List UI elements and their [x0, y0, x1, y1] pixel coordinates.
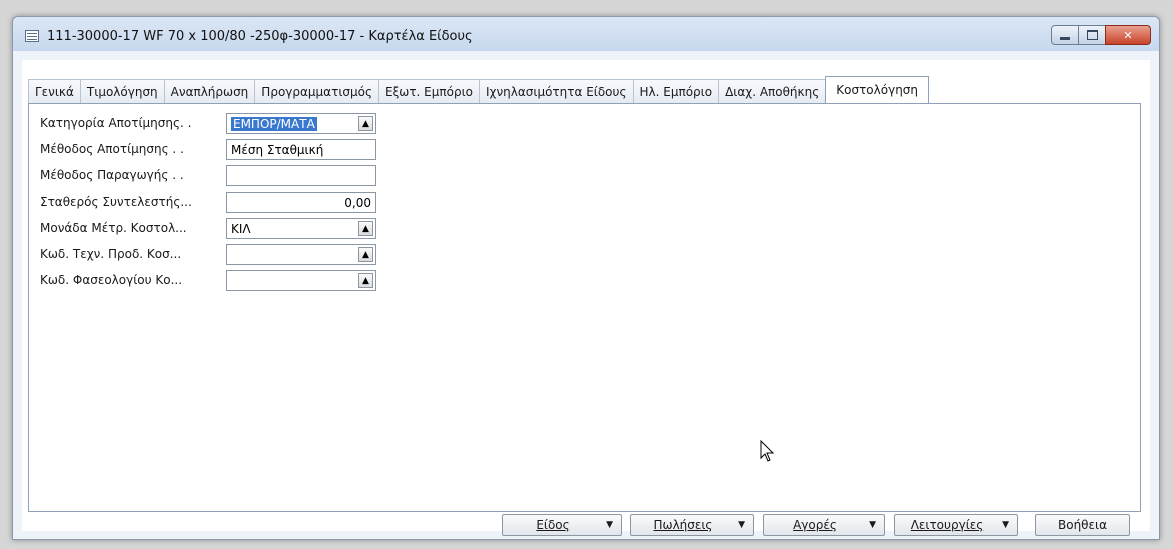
functions-menu-button[interactable]: Λειτουργίες ▼	[894, 514, 1018, 536]
field-value: 0,00	[344, 195, 371, 210]
lookup-icon[interactable]: ▲	[358, 116, 373, 131]
maximize-button[interactable]	[1078, 25, 1106, 45]
maximize-icon	[1086, 30, 1098, 40]
chevron-down-icon: ▼	[869, 520, 876, 530]
close-button[interactable]: ✕	[1105, 25, 1151, 45]
field-label: Μέθοδος Αποτίμησης . .	[40, 142, 184, 156]
field-label: Μέθοδος Παραγωγής . .	[40, 168, 184, 182]
window-controls: ✕	[1051, 25, 1151, 47]
item-card-window: 111-30000-17 WF 70 x 100/80 -250φ-30000-…	[12, 16, 1160, 540]
button-label: Λειτουργίες	[910, 518, 984, 532]
tab-general[interactable]: Γενικά	[28, 79, 81, 103]
tab-foreign-trade[interactable]: Εξωτ. Εμπόριο	[378, 79, 480, 103]
item-menu-button[interactable]: Είδος ▼	[502, 514, 622, 536]
help-button[interactable]: Βοήθεια	[1035, 514, 1130, 536]
app-icon	[25, 30, 39, 42]
costing-panel: Κατηγορία Αποτίμησης. . ΕΜΠΟΡ/ΜΑΤΑ ▲ Μέθ…	[28, 103, 1141, 512]
close-icon: ✕	[1123, 28, 1133, 42]
field-label: Κατηγορία Αποτίμησης. .	[40, 116, 192, 130]
chevron-down-icon: ▼	[1002, 520, 1009, 530]
lookup-icon[interactable]: ▲	[358, 247, 373, 262]
lookup-icon[interactable]: ▲	[358, 273, 373, 288]
title-bar[interactable]: 111-30000-17 WF 70 x 100/80 -250φ-30000-…	[13, 17, 1159, 51]
field-value: ΕΜΠΟΡ/ΜΑΤΑ	[231, 116, 317, 131]
bottom-button-bar: Είδος ▼ Πωλήσεις ▼ Αγορές ▼ Λειτουργίες …	[22, 514, 1150, 544]
minimize-button[interactable]	[1051, 25, 1079, 45]
client-area: Γενικά Τιμολόγηση Αναπλήρωση Προγραμματι…	[22, 60, 1150, 536]
tab-pricing[interactable]: Τιμολόγηση	[79, 79, 165, 103]
field-label: Μονάδα Μέτρ. Κοστολ...	[40, 221, 187, 235]
tab-planning[interactable]: Προγραμματισμός	[254, 79, 379, 103]
field-label: Κωδ. Τεχν. Προδ. Κοσ...	[40, 247, 182, 261]
field-value: ΚΙΛ	[231, 221, 251, 236]
purchases-menu-button[interactable]: Αγορές ▼	[763, 514, 885, 536]
minimize-icon	[1060, 36, 1070, 40]
valuation-category-field[interactable]: ΕΜΠΟΡ/ΜΑΤΑ ▲	[226, 113, 376, 134]
tab-e-commerce[interactable]: Ηλ. Εμπόριο	[632, 79, 720, 103]
field-value: Μέση Σταθμική	[231, 142, 324, 157]
button-label: Βοήθεια	[1058, 518, 1107, 532]
tech-spec-code-field[interactable]: ▲	[226, 244, 376, 265]
valuation-method-field[interactable]: Μέση Σταθμική	[226, 139, 376, 160]
tab-strip: Γενικά Τιμολόγηση Αναπλήρωση Προγραμματι…	[28, 76, 930, 103]
production-method-field[interactable]	[226, 165, 376, 186]
field-label: Σταθερός Συντελεστής...	[40, 195, 192, 209]
tab-warehouse[interactable]: Διαχ. Αποθήκης	[718, 79, 827, 103]
mouse-cursor-icon	[760, 440, 775, 462]
window-title: 111-30000-17 WF 70 x 100/80 -250φ-30000-…	[47, 29, 473, 44]
tab-item-tracking[interactable]: Ιχνηλασιμότητα Είδους	[478, 79, 634, 103]
lookup-icon[interactable]: ▲	[358, 221, 373, 236]
button-label: Είδος	[536, 518, 570, 532]
sales-menu-button[interactable]: Πωλήσεις ▼	[630, 514, 754, 536]
field-label: Κωδ. Φασεολογίου Κο...	[40, 273, 183, 287]
fixed-factor-field[interactable]: 0,00	[226, 192, 376, 213]
routing-code-field[interactable]: ▲	[226, 270, 376, 291]
tab-costing[interactable]: Κοστολόγηση	[825, 76, 930, 103]
button-label: Αγορές	[793, 518, 837, 532]
costing-unit-field[interactable]: ΚΙΛ ▲	[226, 218, 376, 239]
chevron-down-icon: ▼	[738, 520, 745, 530]
chevron-down-icon: ▼	[606, 520, 613, 530]
button-label: Πωλήσεις	[653, 518, 713, 532]
tab-replenishment[interactable]: Αναπλήρωση	[163, 79, 256, 103]
